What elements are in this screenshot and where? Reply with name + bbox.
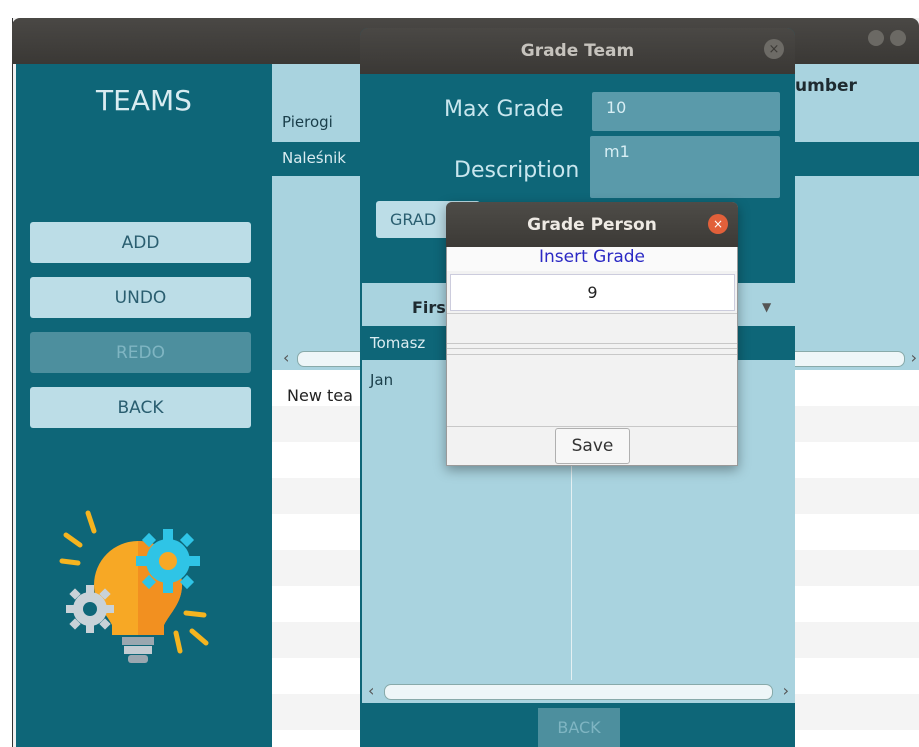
description-field[interactable]: m1 [590, 136, 780, 198]
column-header-number[interactable]: umber [795, 76, 857, 96]
insert-grade-label: Insert Grade [447, 247, 737, 271]
undo-button[interactable]: UNDO [30, 277, 251, 318]
table-row[interactable]: Pierogi [282, 113, 333, 131]
minimize-icon[interactable] [868, 30, 884, 46]
sort-down-icon[interactable]: ▼ [762, 300, 771, 314]
scroll-left-icon[interactable]: ‹ [283, 348, 289, 367]
max-grade-label: Max Grade [444, 97, 564, 122]
grade-input[interactable]: 9 [450, 274, 735, 311]
scroll-thumb[interactable] [384, 684, 773, 700]
save-button[interactable]: Save [555, 428, 630, 464]
close-icon[interactable]: × [764, 39, 784, 59]
people-horizontal-scrollbar[interactable]: ‹ › [362, 681, 795, 703]
table-row-label[interactable]: Tomasz [370, 334, 425, 352]
add-button[interactable]: ADD [30, 222, 251, 263]
redo-button[interactable]: REDO [30, 332, 251, 373]
column-header-first-name[interactable]: Firs [412, 298, 446, 317]
grade-team-title: Grade Team [360, 28, 795, 74]
description-label: Description [454, 158, 580, 183]
scroll-right-icon[interactable]: › [783, 681, 789, 700]
max-grade-field[interactable]: 10 [592, 92, 780, 131]
grade-person-title: Grade Person [446, 202, 738, 247]
grade-person-body [447, 313, 737, 427]
grade-team-back-button[interactable]: BACK [538, 708, 620, 747]
table-row-label[interactable]: Jan [370, 371, 393, 389]
table-row-label[interactable]: Naleśnik [282, 149, 346, 167]
scroll-left-icon[interactable]: ‹ [368, 681, 374, 700]
sidebar-title: TEAMS [96, 84, 192, 117]
back-button[interactable]: BACK [30, 387, 251, 428]
close-icon[interactable]: × [708, 214, 728, 234]
close-window-icon[interactable] [890, 30, 906, 46]
scroll-right-icon[interactable]: › [911, 348, 917, 367]
lightbulb-gears-icon [59, 510, 209, 663]
list-item[interactable]: New tea [287, 386, 353, 405]
